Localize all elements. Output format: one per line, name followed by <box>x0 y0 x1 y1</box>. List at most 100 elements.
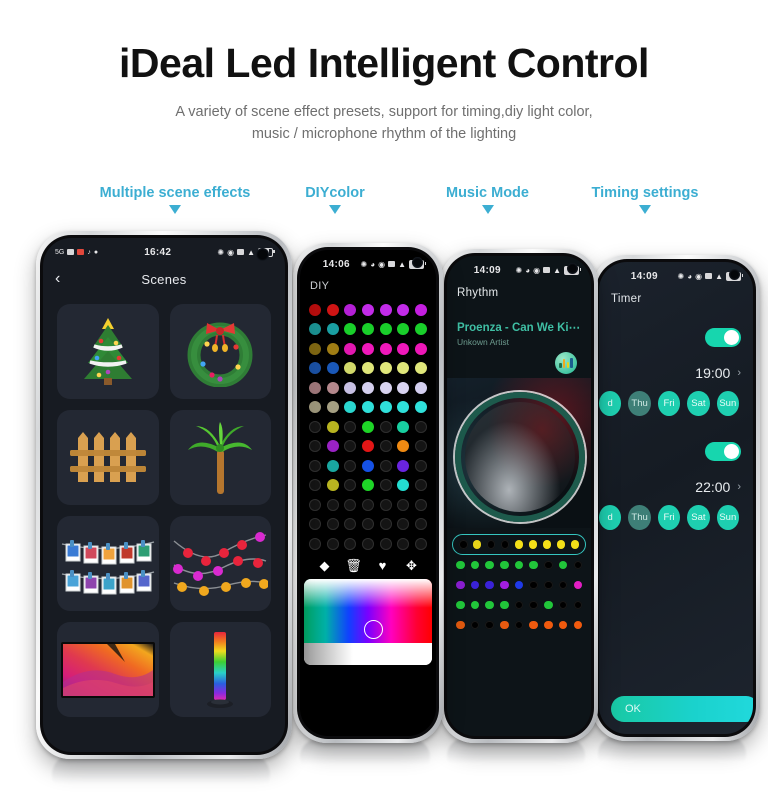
diy-color-row[interactable] <box>300 534 436 554</box>
diy-color-dot[interactable] <box>397 479 410 492</box>
diy-color-dot[interactable] <box>414 440 427 453</box>
rhythm-dot[interactable] <box>558 600 568 610</box>
rhythm-dot[interactable] <box>529 560 538 570</box>
diy-color-dot[interactable] <box>379 420 392 433</box>
day-chip[interactable]: Sat <box>687 505 710 530</box>
diy-color-row[interactable] <box>300 339 436 359</box>
day-chip[interactable]: Sun <box>716 391 739 416</box>
diy-color-dot[interactable] <box>344 479 357 492</box>
diy-color-dot[interactable] <box>361 303 374 316</box>
diy-color-dot[interactable] <box>344 303 357 316</box>
diy-color-row[interactable] <box>300 378 436 398</box>
rhythm-row[interactable] <box>447 615 591 635</box>
day-chip[interactable]: Thu <box>628 391 651 416</box>
diy-color-dot[interactable] <box>326 518 339 531</box>
diy-color-dot[interactable] <box>326 401 339 414</box>
diy-color-dot[interactable] <box>379 518 392 531</box>
diy-color-dot[interactable] <box>326 420 339 433</box>
move-icon[interactable]: ✥ <box>397 558 426 574</box>
diy-color-dot[interactable] <box>309 537 321 550</box>
diy-color-row[interactable] <box>300 456 436 476</box>
rhythm-dot[interactable] <box>514 620 524 630</box>
day-chip[interactable]: d <box>599 391 622 416</box>
diy-color-dot[interactable] <box>309 440 321 453</box>
diy-color-dot[interactable] <box>344 342 357 355</box>
diy-color-dot[interactable] <box>361 342 374 355</box>
rhythm-row[interactable] <box>447 555 591 575</box>
diy-color-dot[interactable] <box>414 303 427 316</box>
diy-color-dot[interactable] <box>397 440 410 453</box>
diy-color-dot[interactable] <box>309 518 321 531</box>
diy-color-dot[interactable] <box>344 420 357 433</box>
timer-time-row-2[interactable]: 22:00 › <box>599 479 741 495</box>
rhythm-dot[interactable] <box>573 620 582 630</box>
scene-tile-colorful-tv-screen[interactable] <box>57 622 159 717</box>
diy-color-dot[interactable] <box>414 498 427 511</box>
diy-color-dot[interactable] <box>414 479 427 492</box>
diy-color-grid[interactable] <box>300 298 436 554</box>
diy-color-dot[interactable] <box>361 420 374 433</box>
rhythm-dot[interactable] <box>485 560 494 570</box>
day-chip[interactable]: Fri <box>657 505 681 530</box>
diy-color-dot[interactable] <box>309 303 321 316</box>
diy-color-dot[interactable] <box>309 401 321 414</box>
diy-color-row[interactable] <box>300 495 436 515</box>
diy-color-dot[interactable] <box>326 342 339 355</box>
rhythm-dot[interactable] <box>470 580 480 590</box>
diy-color-dot[interactable] <box>344 498 357 511</box>
back-button[interactable]: ‹ <box>55 271 75 287</box>
diy-color-dot[interactable] <box>344 401 357 414</box>
brightness-strip[interactable] <box>304 642 432 665</box>
rhythm-dot[interactable] <box>500 580 509 590</box>
diy-color-dot[interactable] <box>414 362 427 375</box>
rhythm-dot[interactable] <box>456 600 465 610</box>
diy-color-dot[interactable] <box>326 537 339 550</box>
rhythm-dot[interactable] <box>529 600 538 610</box>
diy-color-row[interactable] <box>300 476 436 496</box>
rhythm-dot[interactable] <box>544 560 553 570</box>
rhythm-dot[interactable] <box>573 580 582 590</box>
rhythm-dot[interactable] <box>500 600 509 610</box>
equalizer-icon[interactable] <box>555 352 577 374</box>
rhythm-dot[interactable] <box>456 620 465 630</box>
rhythm-row[interactable] <box>447 575 591 595</box>
rhythm-dot[interactable] <box>470 620 480 630</box>
timer-time-row-1[interactable]: 19:00 › <box>599 365 741 381</box>
diy-color-dot[interactable] <box>361 498 374 511</box>
rhythm-dot[interactable] <box>556 540 566 549</box>
diy-color-dot[interactable] <box>344 459 357 472</box>
rhythm-dot[interactable] <box>514 600 524 610</box>
diy-color-dot[interactable] <box>309 420 321 433</box>
diy-color-dot[interactable] <box>326 479 339 492</box>
rhythm-dot[interactable] <box>500 540 510 549</box>
diy-color-dot[interactable] <box>397 518 410 531</box>
diy-color-dot[interactable] <box>361 537 374 550</box>
diy-color-dot[interactable] <box>379 381 392 394</box>
rhythm-dot[interactable] <box>472 540 482 549</box>
diy-color-dot[interactable] <box>344 362 357 375</box>
rhythm-dot[interactable] <box>558 560 568 570</box>
diy-color-dot[interactable] <box>344 518 357 531</box>
heart-icon[interactable]: ♥ <box>368 558 397 573</box>
diy-color-dot[interactable] <box>414 401 427 414</box>
color-picker-knob[interactable] <box>364 619 384 639</box>
diy-color-dot[interactable] <box>344 537 357 550</box>
day-chip[interactable]: Fri <box>657 391 681 416</box>
day-chip[interactable]: Thu <box>628 505 651 530</box>
ok-button[interactable]: OK <box>611 696 753 722</box>
diy-color-dot[interactable] <box>397 362 410 375</box>
scene-tile-string-lights[interactable] <box>169 516 271 611</box>
diy-color-dot[interactable] <box>309 479 321 492</box>
diy-color-dot[interactable] <box>414 342 427 355</box>
day-chip[interactable]: Sun <box>716 505 739 530</box>
rhythm-row[interactable] <box>447 595 591 615</box>
diy-color-dot[interactable] <box>361 440 374 453</box>
diy-color-dot[interactable] <box>309 381 321 394</box>
diy-color-dot[interactable] <box>309 498 321 511</box>
diy-color-dot[interactable] <box>379 440 392 453</box>
diy-color-dot[interactable] <box>344 323 357 336</box>
diy-color-row[interactable] <box>300 359 436 379</box>
diy-color-dot[interactable] <box>379 303 392 316</box>
diy-color-dot[interactable] <box>414 518 427 531</box>
rhythm-dot[interactable] <box>459 540 468 549</box>
